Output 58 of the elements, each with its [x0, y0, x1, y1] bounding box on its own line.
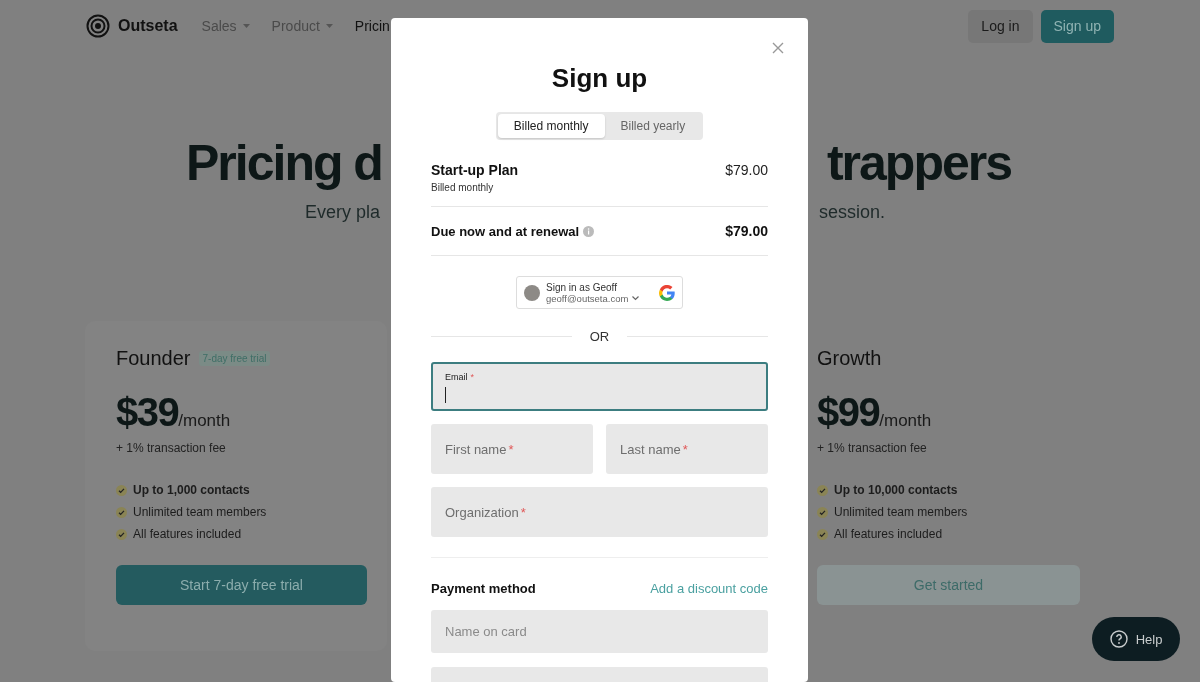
- feature-text: All features included: [133, 527, 242, 541]
- check-icon: [817, 528, 828, 540]
- price-period: /month: [879, 411, 932, 431]
- section-heading: Payment method: [431, 581, 536, 596]
- check-icon: [116, 528, 127, 540]
- check-icon: [817, 506, 828, 518]
- dialog-title: Sign up: [550, 62, 649, 94]
- price-period: /month: [178, 411, 231, 431]
- google-signin-button[interactable]: Sign in as Geoff geoff@outseta.com: [516, 276, 683, 309]
- feature-text: Unlimited team members: [834, 505, 968, 519]
- feature-text: Up to 1,000 contacts: [133, 483, 250, 497]
- login-button[interactable]: Log in: [968, 9, 1033, 43]
- signin-name: Sign in as Geoff: [546, 281, 617, 293]
- plan-name: Founder: [116, 347, 191, 370]
- help-icon: [1109, 630, 1128, 648]
- plan-price: $39: [116, 390, 179, 435]
- input-field[interactable]: Organization*: [431, 487, 768, 537]
- fee-note: + 1% transaction fee: [817, 441, 928, 455]
- divider-label: OR: [589, 329, 610, 344]
- plan-amount: $79.00: [725, 162, 768, 178]
- billing-tab[interactable]: Billed monthly: [497, 114, 605, 138]
- billing-note: Billed monthly: [431, 182, 495, 193]
- logo-icon: [86, 14, 110, 38]
- caret-icon: [325, 24, 333, 28]
- input-field[interactable]: Last name*: [606, 424, 768, 474]
- due-label: Due now and at renewal: [431, 223, 580, 239]
- feature-text: Unlimited team members: [133, 505, 267, 519]
- hero-heading: trappers: [826, 134, 1011, 193]
- check-icon: [116, 506, 127, 518]
- feature-text: Up to 10,000 contacts: [834, 483, 958, 497]
- help-button[interactable]: Help: [1092, 617, 1180, 661]
- check-icon: [116, 484, 127, 496]
- plan-button[interactable]: Start 7-day free trial: [116, 565, 367, 605]
- input-field[interactable]: Email *: [431, 362, 768, 411]
- check-icon: [817, 484, 828, 496]
- close-icon[interactable]: [772, 42, 784, 54]
- feature-text: All features included: [834, 527, 943, 541]
- fee-note: + 1% transaction fee: [116, 441, 227, 455]
- chevron-down-icon: [632, 295, 640, 301]
- caret-icon: [242, 24, 250, 28]
- billing-tab[interactable]: Billed yearly: [604, 114, 702, 138]
- nav-link[interactable]: Pricin: [354, 18, 390, 34]
- plan-price: $99: [817, 390, 880, 435]
- g-logo-icon: [659, 284, 675, 301]
- plan-title: Start-up Plan: [431, 162, 519, 178]
- discount-link[interactable]: Add a discount code: [650, 581, 768, 596]
- info-icon: [583, 225, 595, 237]
- hero-heading: Pricing d: [186, 134, 382, 193]
- brand-name: Outseta: [118, 17, 178, 35]
- plan-name: Growth: [817, 347, 882, 370]
- hero-subtitle: Every pla: [305, 202, 381, 223]
- due-amount: $79.00: [725, 223, 768, 239]
- hero-subtitle: session.: [818, 202, 885, 223]
- signin-email: geoff@outseta.com: [546, 292, 629, 304]
- signup-button[interactable]: Sign up: [1040, 9, 1114, 43]
- input-field[interactable]: Name on card: [431, 610, 768, 653]
- input-field[interactable]: First name*: [431, 424, 593, 474]
- avatar: [524, 284, 540, 301]
